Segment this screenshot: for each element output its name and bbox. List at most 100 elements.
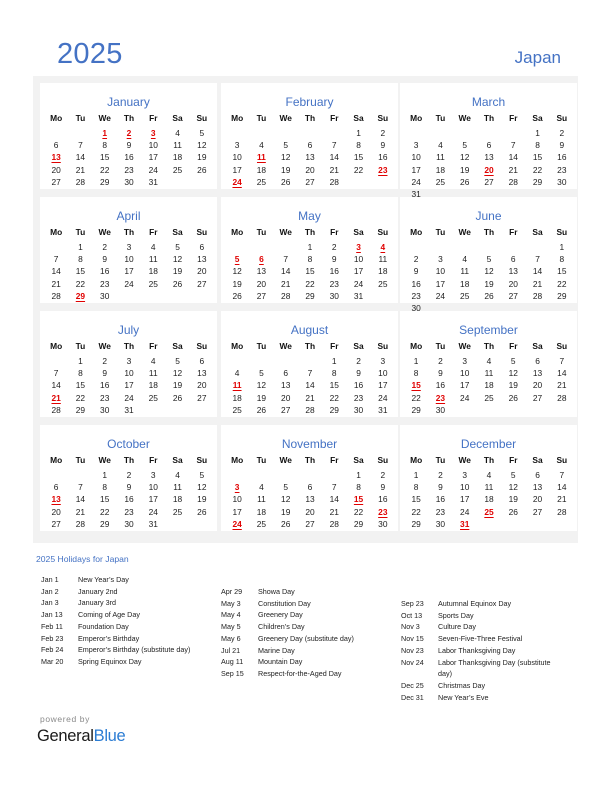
day-cell: 16 [378, 152, 388, 163]
empty-day-cell [453, 241, 477, 253]
week-row: 5 6 7 8 9 10 11 [225, 253, 395, 265]
week-row: 26 27 28 29 30 31 [225, 290, 395, 302]
day-cell: 13 [305, 152, 315, 163]
day-cell: 18 [232, 392, 242, 403]
day-cell: 22 [353, 164, 364, 175]
day-cell: 5 [175, 242, 180, 252]
day-cell: 20 [281, 392, 291, 403]
day-cell: 24 [148, 506, 158, 517]
month-april: April Mo Tu We Th Fr Sa Su 1 2 3 4 5 6 7 8 9 10 11 12 13 14 15… [40, 197, 217, 303]
weekday-header-row: Mo Tu We Th Fr Sa Su [225, 340, 395, 355]
weekday-label: Sa [532, 455, 543, 465]
day-cell: 28 [508, 176, 518, 187]
day-cell: 1 [78, 242, 83, 252]
day-cell: 31 [353, 290, 364, 301]
week-row: 1 2 3 [225, 355, 395, 367]
day-cell: 15 [100, 152, 110, 163]
day-cell: 4 [486, 356, 492, 366]
day-cell: 26 [172, 392, 183, 403]
holiday-list-item: May 3 Constitution Day [221, 598, 401, 610]
day-cell: 23 [124, 164, 134, 175]
day-cell: 13 [281, 380, 291, 391]
day-cell: 26 [281, 518, 291, 529]
day-cell: 6 [510, 254, 516, 265]
day-cell: 29 [100, 518, 110, 529]
empty-day-cell [477, 241, 501, 253]
holiday-name: Children’s Day [258, 622, 305, 632]
day-cell: 30 [100, 404, 110, 415]
weekday-label: We [279, 227, 292, 237]
holiday-day-cell: 15 [411, 380, 421, 391]
day-cell: 4 [259, 482, 264, 493]
empty-day-cell [249, 355, 273, 367]
day-cell: 8 [78, 254, 83, 265]
holiday-day-cell: 1 [102, 128, 108, 138]
day-cell: 13 [532, 482, 543, 493]
holiday-date: Jan 3 [41, 598, 59, 608]
week-row: 15 16 17 18 19 20 21 [404, 493, 574, 505]
empty-day-cell [190, 290, 214, 302]
day-cell: 17 [124, 266, 134, 277]
calendar-year: 2025 [57, 38, 123, 70]
day-cell: 19 [232, 278, 242, 289]
day-cell: 11 [436, 152, 445, 163]
day-cell: 15 [75, 380, 86, 391]
day-cell: 13 [197, 368, 207, 379]
weekday-header-row: Mo Tu We Th Fr Sa Su [225, 112, 395, 127]
day-cell: 19 [508, 380, 518, 391]
holiday-name: Autumnal Equinox Day [438, 599, 512, 608]
day-cell: 4 [175, 128, 180, 138]
holiday-date: Oct 13 [401, 610, 423, 620]
day-cell: 8 [307, 254, 313, 265]
country-name: Japan [514, 48, 561, 67]
day-cell: 1 [356, 470, 361, 480]
day-cell: 22 [75, 278, 86, 289]
holiday-date: Sep 15 [221, 668, 244, 678]
week-row: 1 2 3 4 5 [44, 469, 214, 481]
weekday-label: We [98, 341, 111, 351]
day-cell: 13 [197, 254, 207, 265]
day-cell: 30 [353, 404, 364, 415]
holiday-list-item: Oct 13 Sports Day [401, 610, 566, 622]
day-cell: 9 [413, 266, 419, 277]
holiday-day-cell: 15 [353, 494, 364, 505]
day-cell: 30 [435, 404, 446, 415]
month-day-grid: Mo Tu We Th Fr Sa Su 1 2 3 4 5 6 7 8 9 10 11 12 13 14 15 16 17 1… [225, 112, 395, 188]
day-cell: 7 [283, 254, 289, 265]
week-row: 17 18 19 20 21 22 23 [404, 164, 574, 176]
day-cell: 31 [148, 518, 158, 529]
day-cell: 20 [305, 164, 315, 175]
day-cell: 4 [438, 140, 443, 151]
week-row: 12 [225, 469, 395, 481]
holiday-name: Christmas Day [438, 680, 486, 690]
day-cell: 1 [78, 356, 83, 366]
day-cell: 7 [307, 368, 313, 379]
week-row: 6 7 8 9 10 11 12 [44, 139, 214, 151]
weekday-label: Fr [509, 227, 518, 237]
weekday-label: Su [377, 341, 389, 351]
day-cell: 28 [51, 290, 61, 301]
weekday-label: Mo [50, 455, 63, 465]
empty-day-cell [298, 469, 322, 481]
month-title: March [471, 95, 506, 109]
holiday-date: May 3 [221, 598, 241, 608]
holidays-title: 2025 Holidays for Japan [36, 554, 129, 564]
month-september: September Mo Tu We Th Fr Sa Su 1 2 3 4 5 6 7 8 9 10 11 12 13… [400, 311, 577, 417]
holiday-date: Feb 24 [41, 645, 64, 655]
day-cell: 31 [378, 404, 388, 415]
day-cell: 17 [460, 494, 470, 505]
day-cell: 23 [353, 392, 364, 403]
weekday-label: Fr [330, 113, 339, 123]
weekday-label: Th [483, 455, 495, 465]
day-cell: 5 [283, 140, 289, 151]
holiday-date: Jan 1 [41, 575, 59, 584]
day-cell: 7 [53, 254, 59, 265]
day-cell: 16 [100, 380, 110, 391]
day-cell: 8 [413, 482, 419, 493]
day-cell: 22 [532, 164, 543, 175]
day-cell: 14 [75, 152, 86, 163]
day-cell: 12 [197, 140, 207, 151]
day-cell: 1 [102, 470, 108, 480]
weekday-label: Sa [353, 455, 364, 465]
day-cell: 15 [100, 494, 110, 505]
